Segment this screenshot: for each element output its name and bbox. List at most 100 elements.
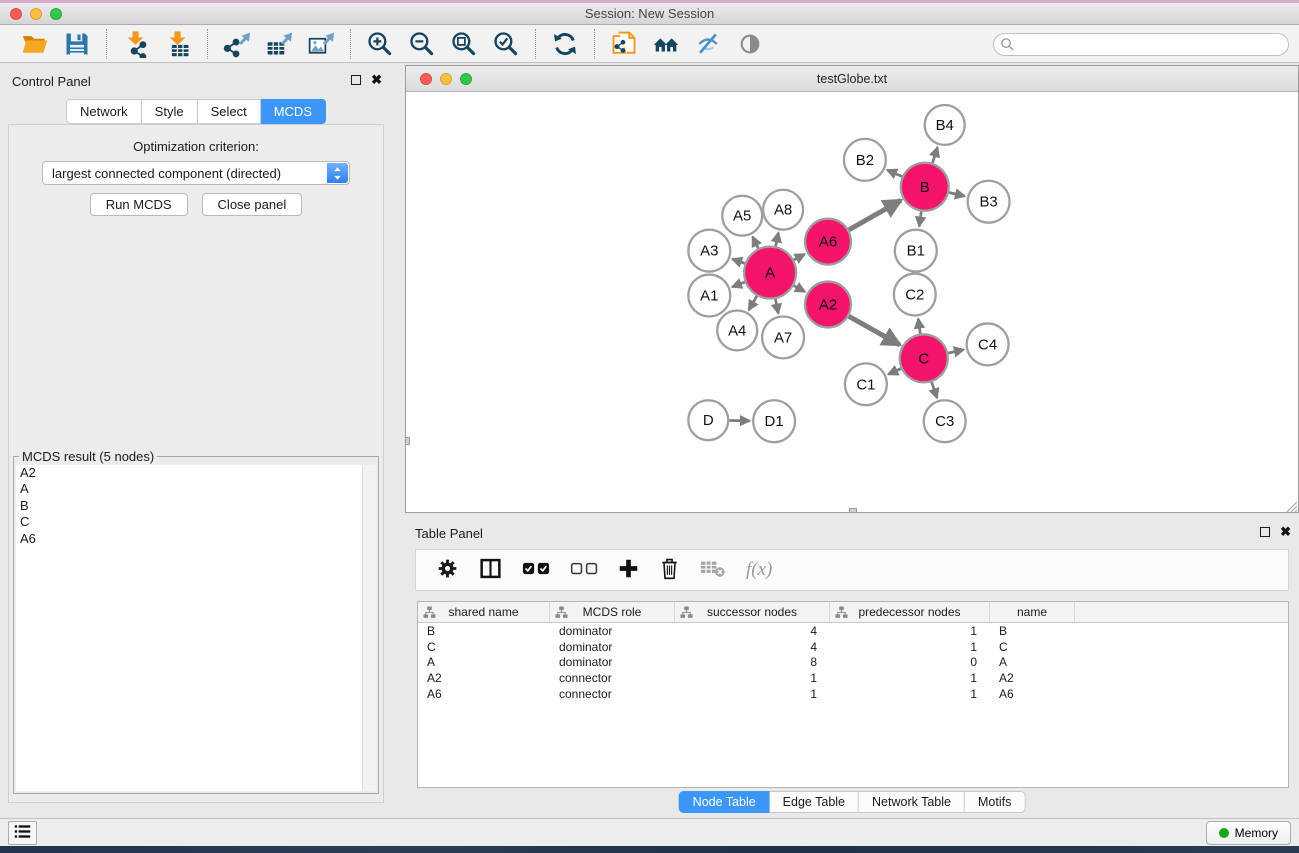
tab-select[interactable]: Select (198, 99, 261, 124)
close-panel-icon[interactable]: ✖ (371, 75, 382, 85)
graph-node-C[interactable]: C (900, 334, 948, 382)
column-header-predecessor-nodes[interactable]: predecessor nodes (830, 602, 990, 622)
import-network-button[interactable] (118, 28, 154, 60)
criterion-select[interactable]: largest connected component (directed) (42, 161, 350, 185)
tab-motifs[interactable]: Motifs (965, 791, 1025, 813)
graph-edge-A-A6[interactable] (794, 254, 805, 260)
graph-node-A5[interactable]: A5 (722, 196, 762, 236)
graph-node-A3[interactable]: A3 (688, 230, 730, 272)
close-button[interactable] (10, 8, 22, 20)
graph-node-B4[interactable]: B4 (925, 105, 965, 145)
graph-edge-B-B2[interactable] (887, 170, 902, 177)
export-network-button[interactable] (219, 28, 255, 60)
columns-button[interactable] (479, 555, 502, 585)
column-header-name[interactable]: name (990, 602, 1075, 622)
minimize-button[interactable] (30, 8, 42, 20)
search-input[interactable] (993, 33, 1289, 56)
tab-network[interactable]: Network (66, 99, 142, 124)
tab-mcds[interactable]: MCDS (261, 99, 326, 124)
resize-handle-left[interactable] (405, 437, 410, 445)
graph-edge-C-C2[interactable] (918, 319, 920, 334)
add-row-button[interactable] (618, 555, 639, 585)
graph-node-C3[interactable]: C3 (924, 400, 966, 442)
column-header-successor-nodes[interactable]: successor nodes (675, 602, 830, 622)
graph-node-A6[interactable]: A6 (805, 219, 851, 265)
graph-edge-A2-C[interactable] (849, 316, 900, 345)
graph-edge-B-B3[interactable] (949, 192, 965, 196)
network-maximize-button[interactable] (460, 73, 472, 85)
graph-edge-A-A2[interactable] (794, 286, 805, 292)
graph-edge-A-A3[interactable] (732, 259, 745, 263)
graph-node-D1[interactable]: D1 (753, 400, 795, 442)
refresh-layout-button[interactable] (547, 28, 583, 60)
tab-network-table[interactable]: Network Table (859, 791, 965, 813)
export-table-button[interactable] (261, 28, 297, 60)
select-all-button[interactable] (522, 555, 550, 585)
graph-edge-C-C1[interactable] (888, 369, 901, 375)
save-session-button[interactable] (59, 28, 95, 60)
graph-edge-C-C3[interactable] (932, 382, 937, 398)
import-table-button[interactable] (160, 28, 196, 60)
network-minimize-button[interactable] (440, 73, 452, 85)
graph-node-C1[interactable]: C1 (845, 363, 887, 405)
function-builder-button[interactable]: f(x) (746, 555, 772, 585)
graph-node-B3[interactable]: B3 (968, 181, 1010, 223)
graph-edge-B-B1[interactable] (919, 212, 921, 227)
mcds-result-item[interactable]: A6 (16, 531, 376, 547)
zoom-fit-button[interactable] (446, 28, 482, 60)
settings-button[interactable] (436, 555, 459, 585)
table-row[interactable]: Bdominator41B (418, 623, 1288, 639)
show-all-button[interactable] (732, 28, 768, 60)
table-row[interactable]: Cdominator41C (418, 639, 1288, 655)
graph-node-B[interactable]: B (901, 163, 949, 211)
table-row[interactable]: A2connector11A2 (418, 670, 1288, 686)
graph-edge-B-B4[interactable] (932, 147, 937, 163)
zoom-in-button[interactable] (362, 28, 398, 60)
float-panel-icon[interactable] (351, 75, 361, 85)
graph-node-A7[interactable]: A7 (762, 316, 804, 358)
graph-node-B1[interactable]: B1 (895, 230, 937, 272)
export-image-button[interactable] (303, 28, 339, 60)
table-row[interactable]: Adominator80A (418, 655, 1288, 671)
resize-handle-bottom[interactable] (849, 508, 857, 513)
mcds-result-item[interactable]: A2 (16, 465, 376, 481)
graph-node-A8[interactable]: A8 (763, 190, 803, 230)
zoom-selected-button[interactable] (488, 28, 524, 60)
graph-node-A4[interactable]: A4 (717, 310, 757, 350)
close-table-panel-icon[interactable]: ✖ (1280, 527, 1291, 537)
run-mcds-button[interactable]: Run MCDS (90, 193, 188, 216)
zoom-out-button[interactable] (404, 28, 440, 60)
mcds-result-item[interactable]: B (16, 498, 376, 514)
delete-row-button[interactable] (659, 555, 680, 585)
graph-edge-A-A1[interactable] (732, 282, 745, 287)
graph-node-C2[interactable]: C2 (894, 274, 936, 316)
open-session-button[interactable] (17, 28, 53, 60)
graph-edge-A-A4[interactable] (749, 296, 757, 310)
tab-style[interactable]: Style (142, 99, 198, 124)
tab-node-table[interactable]: Node Table (679, 791, 770, 813)
graph-node-B2[interactable]: B2 (844, 139, 886, 181)
deselect-all-button[interactable] (570, 555, 598, 585)
column-header-shared-name[interactable]: shared name (418, 602, 550, 622)
delete-table-button[interactable] (700, 555, 726, 585)
graph-node-A[interactable]: A (744, 247, 796, 299)
graph-node-A2[interactable]: A2 (805, 282, 851, 328)
graph-edge-A-A5[interactable] (753, 237, 759, 249)
close-panel-button[interactable]: Close panel (202, 193, 303, 216)
scrollbar-track[interactable] (362, 465, 376, 791)
graph-edge-A-A8[interactable] (776, 233, 779, 247)
network-close-button[interactable] (420, 73, 432, 85)
graph-edge-A-A7[interactable] (775, 299, 778, 313)
float-table-panel-icon[interactable] (1260, 527, 1270, 537)
graph-node-A1[interactable]: A1 (688, 275, 730, 317)
graph-node-C4[interactable]: C4 (967, 323, 1009, 365)
tab-edge-table[interactable]: Edge Table (770, 791, 859, 813)
memory-button[interactable]: Memory (1206, 821, 1291, 845)
graph-edge-A6-B[interactable] (849, 200, 901, 230)
graph-node-D[interactable]: D (688, 400, 728, 440)
network-canvas[interactable]: A A1 A2 A3 A4 A5 A6 A7 A8 B B1 B2 B3B4 C C1 C2 C3C4 D D1 (406, 92, 1298, 512)
graph-edge-C-C4[interactable] (948, 350, 964, 353)
column-header-MCDS-role[interactable]: MCDS role (550, 602, 675, 622)
first-neighbors-button[interactable] (648, 28, 684, 60)
hide-selected-button[interactable] (690, 28, 726, 60)
